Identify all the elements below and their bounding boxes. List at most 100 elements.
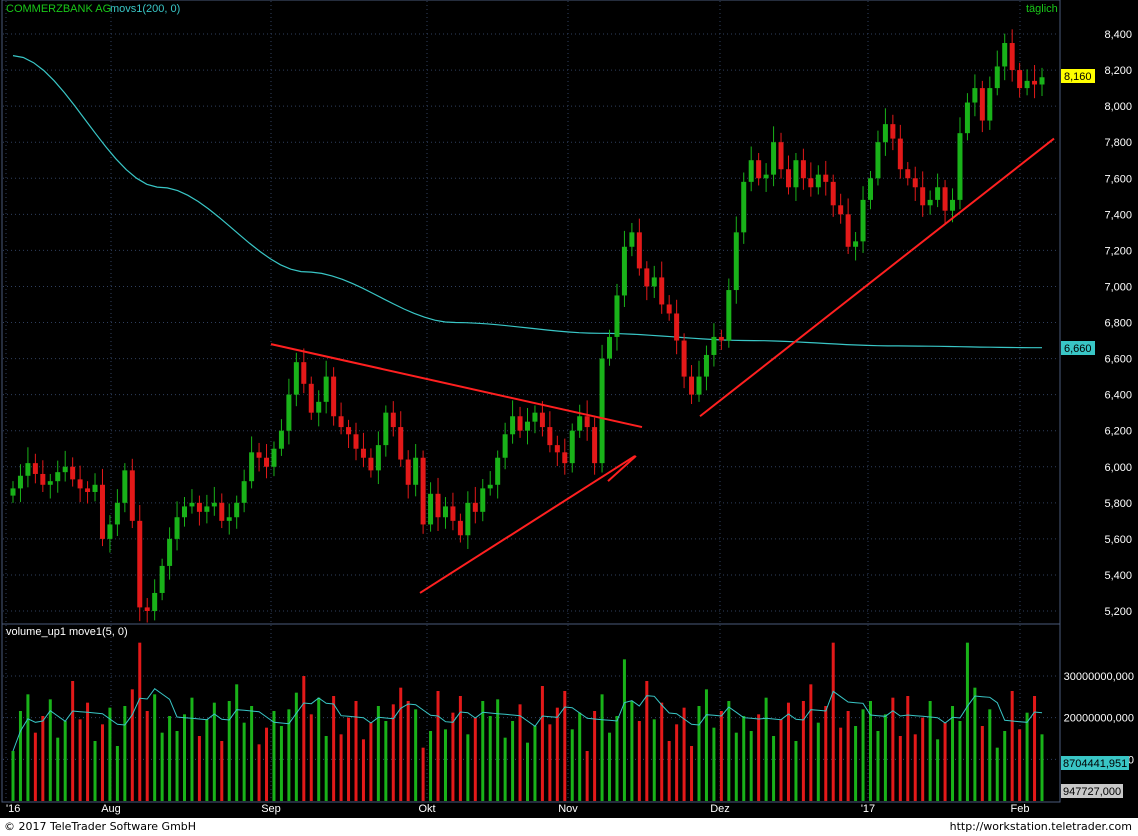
candle-body <box>316 401 322 413</box>
candle-body <box>114 502 120 525</box>
volume-tick: 20000000,000 <box>1064 713 1134 725</box>
candle-body <box>994 66 1000 89</box>
price-tick: 7,000 <box>1104 281 1132 293</box>
volume-bar <box>466 734 470 801</box>
price-tick: 7,600 <box>1104 173 1132 185</box>
price-tick: 8,000 <box>1104 101 1132 113</box>
x-tick: '17 <box>861 803 875 815</box>
candle-body <box>912 178 918 188</box>
volume-bar <box>943 722 947 801</box>
price-tick: 5,400 <box>1104 570 1132 582</box>
candle-body <box>584 416 590 428</box>
volume-bar <box>600 694 604 801</box>
candle-body <box>293 362 299 395</box>
volume-bar <box>41 716 45 801</box>
volume-bar <box>242 722 246 801</box>
volume-bar <box>361 739 365 801</box>
price-tick: 5,600 <box>1104 534 1132 546</box>
candle-body <box>935 187 941 200</box>
volume-bar <box>719 711 723 801</box>
candle-body <box>800 160 806 179</box>
candle-body <box>532 412 538 422</box>
volume-bar <box>496 699 500 801</box>
volume-bar <box>779 719 783 801</box>
x-tick: Okt <box>418 803 435 815</box>
price-tick: 6,600 <box>1104 354 1132 366</box>
period-label: täglich <box>1026 3 1058 15</box>
candle-body <box>360 448 366 458</box>
volume-bar <box>145 711 149 801</box>
volume-bar <box>630 701 634 801</box>
candle-body <box>1017 70 1023 89</box>
candle-body <box>890 124 896 139</box>
candle-body <box>174 517 180 539</box>
candle-body <box>92 484 98 492</box>
source-url[interactable]: http://workstation.teletrader.com <box>950 820 1132 833</box>
volume-bar <box>511 721 515 801</box>
volume-bar <box>667 741 671 801</box>
candle-body <box>778 142 784 170</box>
candle-body <box>1009 43 1015 71</box>
volume-bar <box>197 736 201 801</box>
volume-bar <box>257 744 261 801</box>
volume-bar <box>526 742 529 801</box>
candle-body <box>487 484 493 489</box>
candle-body <box>785 169 791 188</box>
volume-bar <box>153 694 157 801</box>
volume-bar <box>399 687 403 801</box>
volume-bar <box>406 701 410 801</box>
candle-body <box>681 340 687 377</box>
x-tick: Nov <box>558 803 578 815</box>
candle-body <box>882 124 888 143</box>
volume-bar <box>347 717 351 801</box>
volume-bar <box>220 741 224 801</box>
volume-bar <box>18 711 22 801</box>
volume-bar <box>786 702 790 801</box>
candle-body <box>860 199 866 242</box>
x-axis: '16 Aug Sep Okt Nov Dez '17 Feb <box>6 803 1029 815</box>
volume-bar <box>384 721 388 801</box>
candle-body <box>793 160 799 188</box>
candle-body <box>853 241 859 247</box>
candle-body <box>1039 77 1045 85</box>
candle-body <box>621 246 627 296</box>
price-tick: 6,000 <box>1104 462 1132 474</box>
candle-body <box>711 336 717 355</box>
candle-body <box>442 506 448 518</box>
volume-bar <box>86 702 90 801</box>
volume-bar <box>130 689 134 801</box>
candle-body <box>726 290 732 341</box>
volume-bar <box>772 736 776 801</box>
candle-body <box>845 214 851 247</box>
volume-bar <box>250 706 254 801</box>
candle-body <box>122 470 128 503</box>
volume-bar <box>645 681 649 801</box>
candle-body <box>644 268 650 287</box>
candle-body <box>249 452 255 482</box>
candle-body <box>979 88 985 121</box>
volume-bar <box>809 684 813 801</box>
volume-bar <box>1040 734 1044 801</box>
volume-bar <box>690 746 694 801</box>
volume-bar <box>801 701 805 801</box>
volume-bar <box>973 687 977 801</box>
volume-bar <box>988 709 992 801</box>
candle-body <box>495 457 501 485</box>
volume-bar <box>898 736 902 801</box>
candle-body <box>107 524 113 539</box>
candle-body <box>331 376 337 417</box>
price-tick: 8,400 <box>1104 29 1132 41</box>
volume-bar <box>757 714 761 801</box>
volume-bar <box>891 697 895 801</box>
candle-body <box>733 232 739 291</box>
price-tick: 7,400 <box>1104 209 1132 221</box>
candle-body <box>920 187 926 206</box>
volume-bar <box>951 706 955 801</box>
candle-body <box>278 430 284 449</box>
candle-body <box>823 174 829 182</box>
volume-bar <box>742 716 746 801</box>
candle-body <box>539 412 545 428</box>
candle-body <box>435 493 441 518</box>
candle-body <box>577 416 583 431</box>
volume-bar <box>712 727 716 801</box>
